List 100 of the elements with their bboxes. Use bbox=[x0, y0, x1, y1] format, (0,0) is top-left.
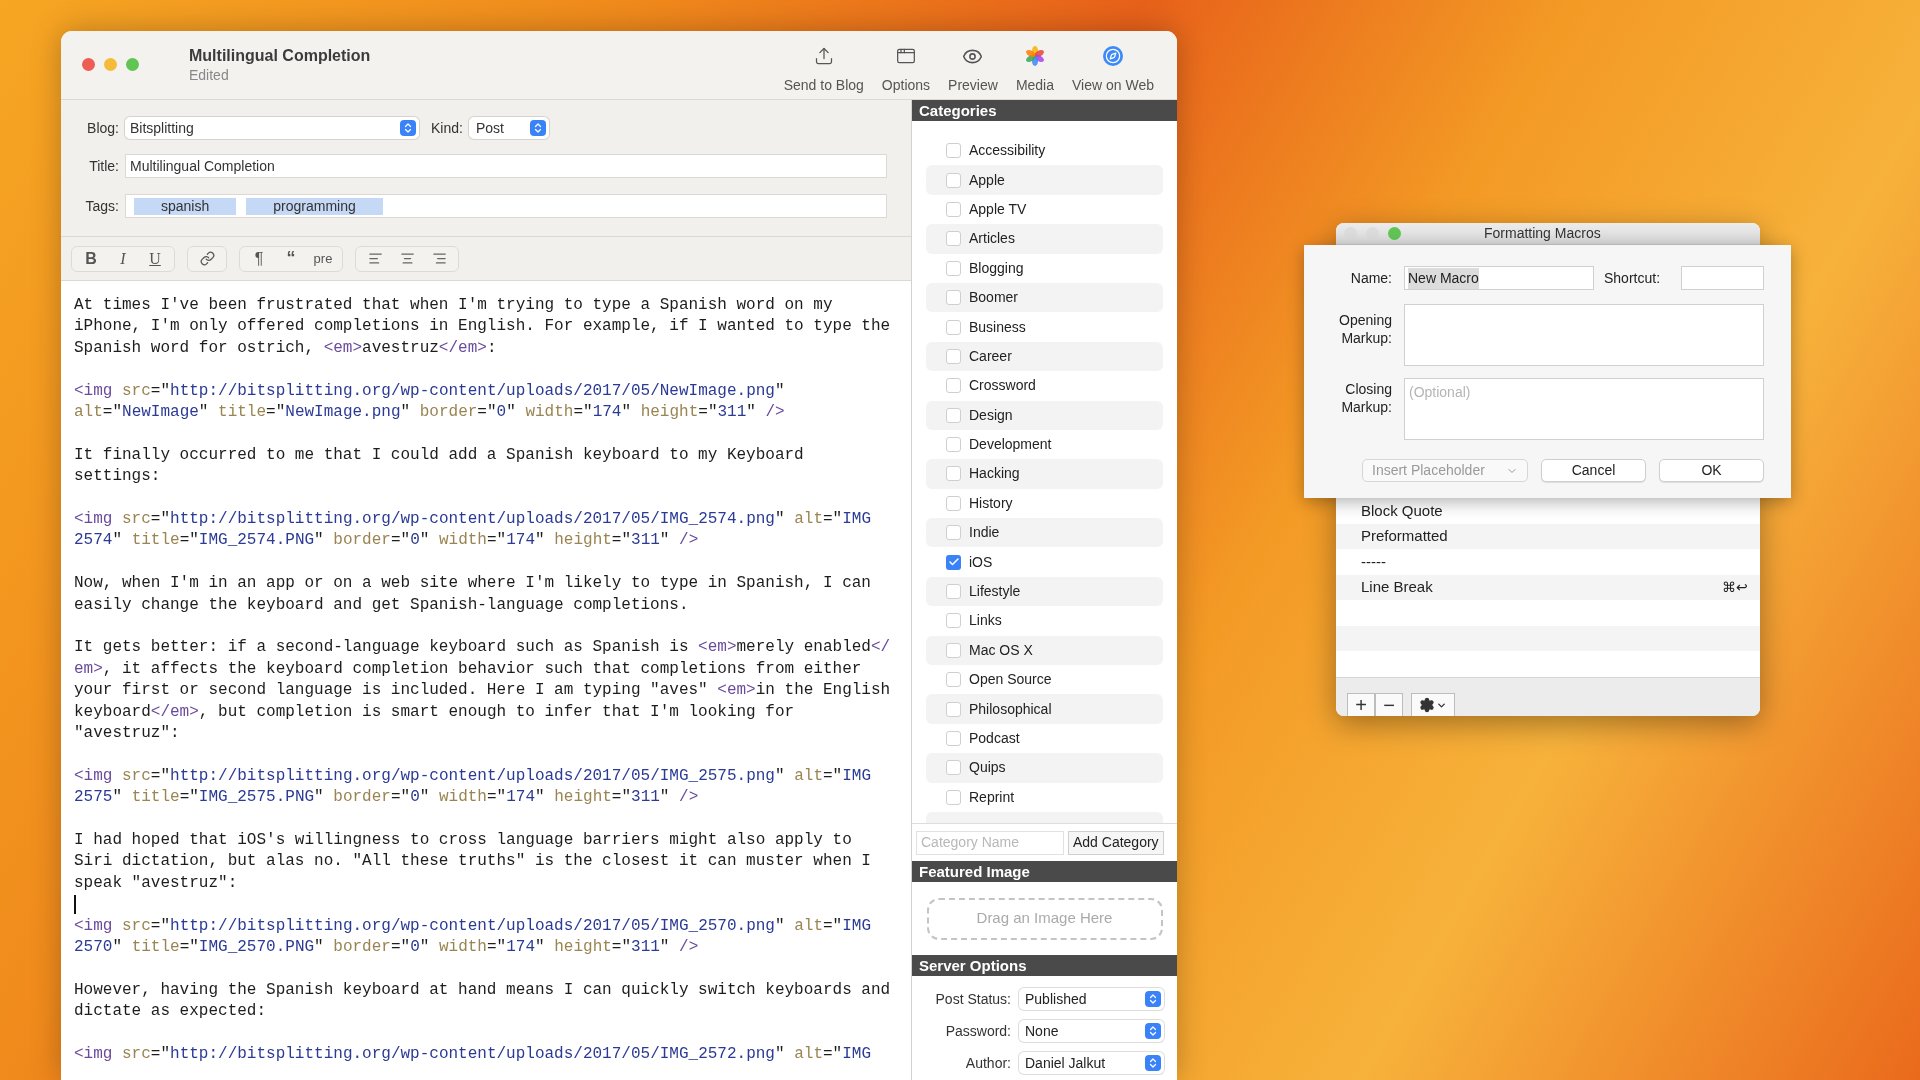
format-button[interactable]: I bbox=[107, 247, 139, 270]
checkbox[interactable] bbox=[946, 407, 961, 423]
category-row[interactable]: Accessibility bbox=[926, 136, 1163, 166]
category-row[interactable]: Boomer bbox=[926, 282, 1163, 313]
category-row[interactable]: Apple TV bbox=[926, 194, 1163, 225]
category-row[interactable]: iOS bbox=[926, 547, 1163, 577]
macro-row[interactable]: ----- bbox=[1336, 549, 1760, 575]
shortcut-field[interactable] bbox=[1681, 266, 1764, 290]
checkbox[interactable] bbox=[946, 437, 961, 453]
dialog-button[interactable]: Cancel bbox=[1541, 459, 1646, 482]
category-row[interactable]: Crossword bbox=[926, 371, 1163, 401]
category-row[interactable]: Apple bbox=[926, 165, 1163, 195]
list-button[interactable]: − bbox=[1375, 692, 1403, 716]
checkbox[interactable] bbox=[946, 642, 961, 658]
option-select[interactable]: None bbox=[1019, 1020, 1164, 1042]
window-control-icon[interactable] bbox=[126, 58, 139, 71]
field-label: Opening Markup: bbox=[1338, 311, 1392, 347]
checkbox[interactable] bbox=[946, 731, 961, 746]
category-row[interactable]: Mac OS X bbox=[926, 635, 1163, 666]
macro-row[interactable]: Preformatted bbox=[1336, 523, 1760, 549]
field-label: Name: bbox=[1349, 268, 1392, 288]
checkbox[interactable] bbox=[946, 290, 961, 306]
field-label: Blog: bbox=[86, 118, 119, 138]
checkbox[interactable] bbox=[946, 584, 961, 600]
category-row[interactable]: Design bbox=[926, 400, 1163, 430]
window-control-icon[interactable] bbox=[1388, 227, 1401, 240]
category-row[interactable]: Quips bbox=[926, 753, 1163, 783]
paragraph: However, having the Spanish keyboard at hand means I can quickly switch keyboards and dictate as expected: bbox=[74, 979, 891, 1023]
category-row[interactable]: Links bbox=[926, 606, 1163, 636]
checkbox[interactable] bbox=[946, 231, 961, 247]
format-button[interactable]: U bbox=[139, 247, 171, 270]
toolbar-button[interactable]: Options bbox=[872, 45, 940, 96]
checkbox[interactable] bbox=[946, 378, 961, 394]
align-center-icon bbox=[399, 251, 415, 266]
option-select[interactable]: Published bbox=[1019, 988, 1164, 1010]
macro-row[interactable]: Line Break ⌘↩ bbox=[1336, 574, 1760, 600]
toolbar-button[interactable]: Preview bbox=[939, 45, 1007, 96]
checkbox[interactable] bbox=[946, 466, 961, 482]
category-row[interactable]: Business bbox=[926, 312, 1163, 342]
toolbar-button[interactable]: View on Web bbox=[1063, 45, 1163, 96]
checkbox[interactable] bbox=[946, 319, 961, 335]
add-category-button[interactable]: Add Category bbox=[1068, 830, 1164, 855]
window-control-icon[interactable] bbox=[82, 58, 95, 71]
category-row[interactable]: Podcast bbox=[926, 723, 1163, 754]
category-row[interactable]: Reprint bbox=[926, 782, 1163, 812]
checkbox[interactable] bbox=[946, 760, 961, 776]
checkbox[interactable] bbox=[946, 701, 961, 717]
category-row[interactable]: Career bbox=[926, 341, 1163, 372]
stepper-icon bbox=[400, 120, 416, 136]
category-row[interactable]: Indie bbox=[926, 518, 1163, 548]
option-select[interactable]: Daniel Jalkut bbox=[1019, 1052, 1164, 1074]
section-header: Server Options bbox=[912, 955, 1177, 976]
editor-area[interactable] bbox=[61, 281, 911, 1080]
tag-chip[interactable]: spanish bbox=[134, 197, 237, 215]
toolbar-button[interactable]: Media bbox=[1006, 45, 1063, 96]
code-snippet: <img src="http://bitsplitting.org/wp-content/uploads/2017/05/NewImage.png" alt="NewImage" title="NewImage.png" border="0" width="174" height="311" /> bbox=[74, 380, 785, 423]
category-row[interactable]: Blogging bbox=[926, 253, 1163, 283]
window-control-icon[interactable] bbox=[104, 58, 117, 71]
category-row[interactable]: Articles bbox=[926, 224, 1163, 254]
format-button[interactable]: B bbox=[75, 247, 107, 270]
kind-select[interactable]: Post bbox=[468, 117, 549, 139]
checkbox[interactable] bbox=[946, 260, 961, 276]
field-label: Post Status: bbox=[934, 989, 1011, 1009]
name-field[interactable]: New Macro bbox=[1404, 266, 1594, 290]
category-row[interactable]: Development bbox=[926, 429, 1163, 460]
macro-row[interactable]: Block Quote bbox=[1336, 498, 1760, 524]
tags-field[interactable]: spanish programming bbox=[125, 194, 887, 218]
opening-markup-field[interactable] bbox=[1404, 304, 1764, 366]
checkbox[interactable] bbox=[946, 495, 961, 511]
checkbox[interactable] bbox=[946, 143, 961, 159]
category-row[interactable]: Open Source bbox=[926, 665, 1163, 695]
field-label: Closing Markup: bbox=[1340, 380, 1392, 416]
gear-menu-button[interactable] bbox=[1411, 692, 1455, 716]
dialog-button[interactable]: OK bbox=[1659, 459, 1764, 482]
checkbox[interactable] bbox=[946, 348, 961, 364]
category-row[interactable]: History bbox=[926, 488, 1163, 519]
field-label: Password: bbox=[944, 1021, 1011, 1041]
checkbox[interactable] bbox=[946, 172, 961, 188]
list-button[interactable]: + bbox=[1347, 692, 1375, 716]
window-control-icon[interactable] bbox=[1344, 227, 1357, 240]
blog-select[interactable]: Bitsplitting bbox=[125, 117, 419, 139]
checkbox[interactable] bbox=[946, 201, 961, 217]
checkbox[interactable] bbox=[946, 613, 961, 629]
tag-chip[interactable]: programming bbox=[246, 197, 383, 215]
checkbox[interactable] bbox=[946, 789, 961, 805]
field-label: Shortcut: bbox=[1604, 268, 1661, 288]
category-row[interactable]: Lifestyle bbox=[926, 576, 1163, 607]
window-control-icon[interactable] bbox=[1366, 227, 1379, 240]
category-row[interactable]: Hacking bbox=[926, 459, 1163, 489]
section-header: Featured Image bbox=[912, 861, 1177, 882]
format-button[interactable]: “ bbox=[275, 247, 307, 270]
toolbar-button[interactable]: Send to Blog bbox=[774, 45, 873, 96]
window-title: Formatting Macros bbox=[1484, 224, 1601, 243]
checkbox[interactable] bbox=[946, 525, 961, 541]
format-button[interactable]: pre bbox=[307, 247, 339, 270]
checkbox[interactable] bbox=[946, 672, 961, 688]
format-button[interactable]: ¶ bbox=[243, 247, 275, 270]
category-row[interactable]: Philosophical bbox=[926, 694, 1163, 724]
title-field[interactable]: Multilingual Completion bbox=[125, 154, 887, 178]
checkbox[interactable] bbox=[946, 554, 961, 570]
